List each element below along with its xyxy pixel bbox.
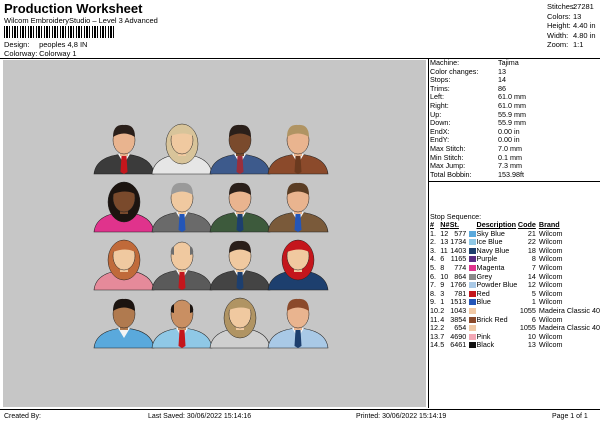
summary-label: Zoom:	[547, 40, 569, 49]
prop-value: 153.98ft	[498, 169, 524, 179]
face-figure	[151, 299, 213, 349]
embroidery-preview-svg	[93, 123, 329, 349]
thread-color-swatch	[469, 333, 477, 340]
prop-row: Total Bobbin: 153.98ft	[430, 169, 526, 180]
design-value: peoples 4,8 IN	[39, 40, 88, 49]
design-preview	[3, 60, 426, 407]
thread-color-swatch	[469, 342, 477, 349]
page-title: Production Worksheet	[4, 1, 143, 16]
footer-divider	[0, 409, 600, 410]
stop-sequence-body: 1. 12 577 Sky Blue 21 Wilcom 2. 13 1734 Ice Blue 2…	[430, 229, 600, 350]
face-figure	[267, 239, 329, 291]
face-figure	[93, 124, 155, 175]
colorway-label: Colorway:	[4, 49, 38, 58]
thread-color-swatch	[469, 290, 477, 297]
summary-value: 4.40 in	[573, 21, 596, 30]
table-row: 14. 5 6461 Black 13 Wilcom	[430, 341, 600, 350]
row-code: 13	[527, 340, 536, 350]
row-description: Blue	[476, 297, 491, 307]
face-figure	[267, 124, 329, 175]
face-figure	[93, 181, 155, 233]
summary-value: 1:1	[573, 40, 584, 49]
row-brand: Wilcom	[538, 340, 563, 350]
thread-color-swatch	[469, 308, 477, 315]
summary-value: 27281	[573, 2, 594, 11]
stop-sequence-table: # N# St. Description Code Brand 1. 12 577 S…	[430, 220, 600, 350]
summary-label: Width:	[547, 30, 569, 40]
colorway-value: Colorway 1	[39, 49, 77, 58]
thread-color-swatch	[469, 239, 477, 246]
summary-label: Colors:	[547, 11, 571, 21]
thread-color-swatch	[469, 273, 477, 280]
thread-color-swatch	[469, 325, 477, 332]
summary-colors: Colors: 13	[547, 12, 581, 21]
thread-color-swatch	[469, 282, 477, 289]
face-figure	[267, 182, 329, 233]
face-figure	[93, 239, 155, 291]
thread-color-swatch	[469, 316, 477, 323]
row-stitches: 6461	[450, 340, 467, 350]
software-subtitle: Wilcom EmbroideryStudio – Level 3 Advanc…	[4, 16, 158, 25]
design-label: Design:	[4, 40, 30, 49]
panel-divider	[428, 58, 429, 408]
thread-color-swatch	[469, 265, 477, 272]
stop-sequence: Stop Sequence: # N# St. Description Code…	[430, 212, 600, 350]
summary-width: Width: 4.80 in	[547, 31, 596, 40]
prop-label: Total Bobbin:	[430, 169, 472, 179]
row-description: Brick Red	[476, 314, 508, 324]
design-row: Design: peoples 4,8 IN	[4, 40, 87, 49]
face-figure	[151, 241, 213, 291]
row-number: 14.	[430, 340, 440, 350]
face-figure	[209, 297, 271, 349]
colorway-row: Colorway: Colorway 1	[4, 49, 77, 58]
thread-color-swatch	[469, 230, 477, 237]
thread-color-swatch	[469, 299, 477, 306]
row-description: Black	[476, 340, 495, 350]
face-figure	[151, 182, 213, 233]
summary-value: 13	[573, 11, 582, 21]
summary-zoom: Zoom: 1:1	[547, 40, 583, 49]
barcode	[4, 26, 114, 38]
summary-height: Height: 4.40 in	[547, 21, 596, 30]
footer-printed: Printed: 30/06/2022 15:14:19	[356, 413, 447, 420]
face-figure	[209, 240, 271, 291]
face-figure	[209, 182, 271, 233]
summary-value: 4.80 in	[573, 30, 596, 40]
thread-color-swatch	[469, 247, 477, 254]
summary-label: Height:	[547, 21, 571, 30]
row-needle: 5	[440, 340, 445, 350]
face-figure	[209, 124, 271, 175]
summary-stitches: Stitches:27281	[547, 2, 594, 11]
properties-divider	[429, 181, 600, 182]
footer-page: Page 1 of 1	[552, 413, 588, 420]
face-figure	[93, 298, 155, 349]
face-figure	[267, 298, 329, 349]
summary-label: Stitches:	[547, 2, 576, 11]
thread-color-swatch	[469, 256, 477, 263]
footer-created-by: Created By:	[4, 413, 41, 420]
machine-properties: Machine: Tajima Color changes: 13 Stops: 14…	[430, 58, 526, 180]
face-figure	[151, 123, 213, 175]
footer-last-saved: Last Saved: 30/06/2022 15:14:16	[148, 413, 252, 420]
